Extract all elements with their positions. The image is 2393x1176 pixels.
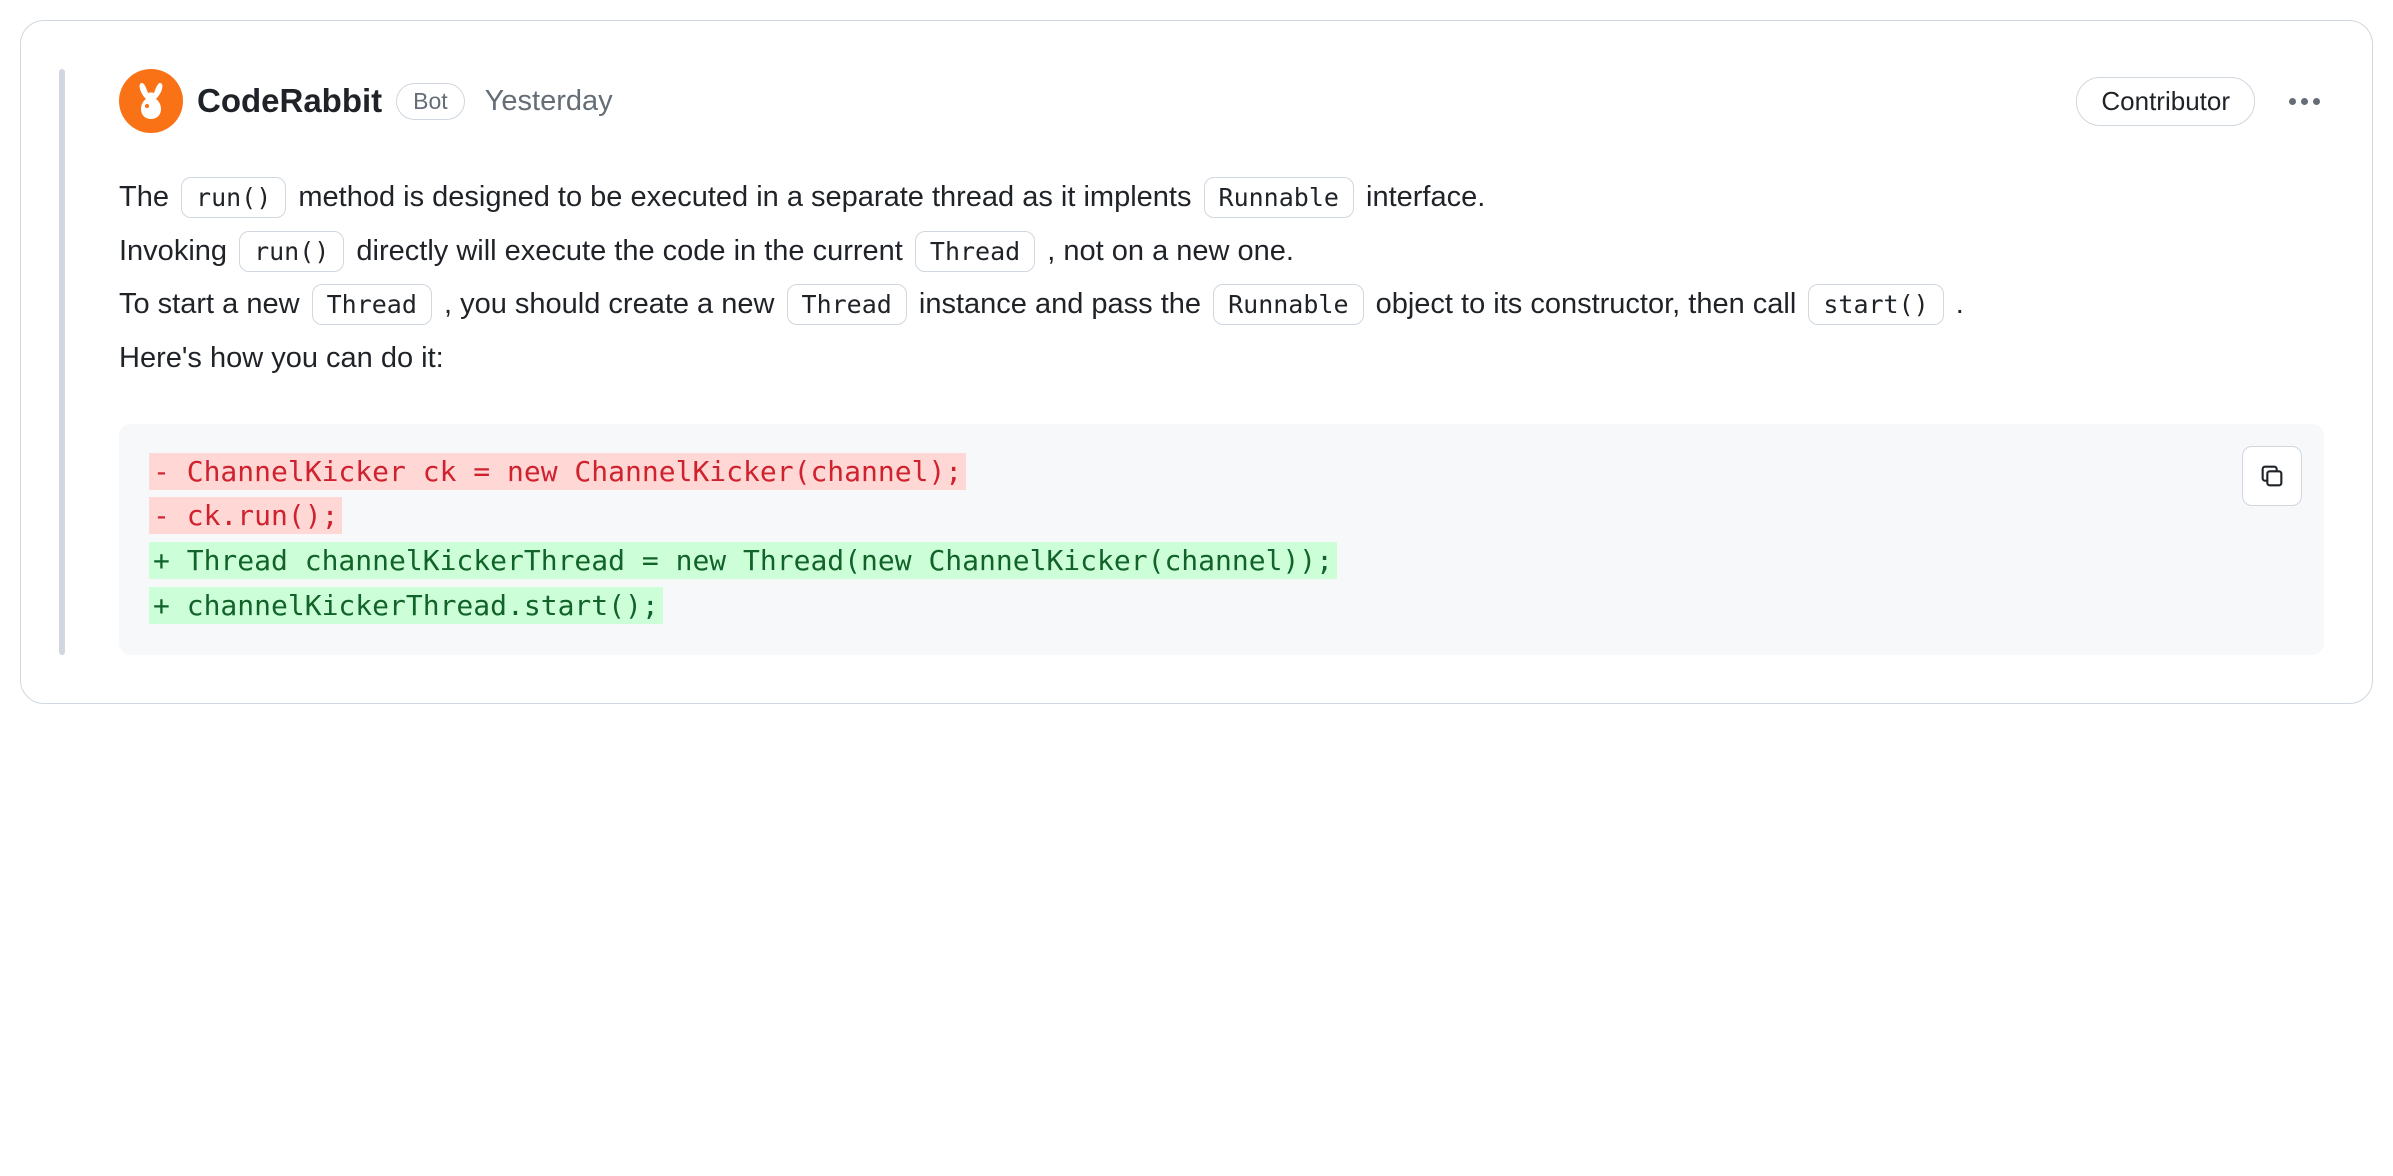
text: , not on a new one. [1039, 235, 1294, 267]
contributor-badge: Contributor [2076, 77, 2255, 126]
author-avatar[interactable] [119, 69, 183, 133]
quote-bar [59, 69, 65, 655]
diff-remove-text: - ck.run(); [149, 497, 342, 534]
inline-code: Thread [915, 231, 1035, 272]
dot-icon [2301, 98, 2308, 105]
comment-content: CodeRabbit Bot Yesterday Contributor The… [119, 69, 2324, 655]
author-name[interactable]: CodeRabbit [197, 82, 382, 120]
text: instance and pass the [911, 288, 1209, 320]
inline-code: Thread [787, 284, 907, 325]
inline-code: Thread [312, 284, 432, 325]
text: To start a new [119, 288, 308, 320]
comment-body: The run() method is designed to be execu… [119, 171, 2324, 386]
comment-card: CodeRabbit Bot Yesterday Contributor The… [20, 20, 2373, 704]
text: interface. [1358, 181, 1485, 213]
inline-code: run() [239, 231, 344, 272]
text: The [119, 181, 177, 213]
diff-remove-text: - ChannelKicker ck = new ChannelKicker(c… [149, 453, 966, 490]
code-block: - ChannelKicker ck = new ChannelKicker(c… [119, 424, 2324, 655]
diff-line-add: + channelKickerThread.start(); [149, 584, 2294, 629]
text: Invoking [119, 235, 235, 267]
more-options-button[interactable] [2285, 94, 2324, 109]
header-right: Contributor [2076, 77, 2324, 126]
bot-badge: Bot [396, 83, 465, 120]
diff-line-remove: - ck.run(); [149, 494, 2294, 539]
diff-line-add: + Thread channelKickerThread = new Threa… [149, 539, 2294, 584]
dot-icon [2289, 98, 2296, 105]
inline-code: Runnable [1213, 284, 1363, 325]
rabbit-icon [127, 77, 175, 125]
text: method is designed to be executed in a s… [290, 181, 1199, 213]
copy-icon [2258, 462, 2286, 490]
diff-line-remove: - ChannelKicker ck = new ChannelKicker(c… [149, 450, 2294, 495]
diff-add-text: + channelKickerThread.start(); [149, 587, 663, 624]
comment-header: CodeRabbit Bot Yesterday Contributor [119, 69, 2324, 133]
copy-button[interactable] [2242, 446, 2302, 506]
diff-add-text: + Thread channelKickerThread = new Threa… [149, 542, 1337, 579]
inline-code: Runnable [1204, 177, 1354, 218]
text: . [1948, 288, 1964, 320]
text: directly will execute the code in the cu… [348, 235, 911, 267]
header-left: CodeRabbit Bot Yesterday [119, 69, 613, 133]
text: Here's how you can do it: [119, 342, 444, 374]
inline-code: start() [1808, 284, 1943, 325]
dot-icon [2313, 98, 2320, 105]
timestamp[interactable]: Yesterday [485, 85, 613, 118]
comment-wrapper: CodeRabbit Bot Yesterday Contributor The… [59, 69, 2324, 655]
text: , you should create a new [436, 288, 783, 320]
text: object to its constructor, then call [1368, 288, 1805, 320]
inline-code: run() [181, 177, 286, 218]
